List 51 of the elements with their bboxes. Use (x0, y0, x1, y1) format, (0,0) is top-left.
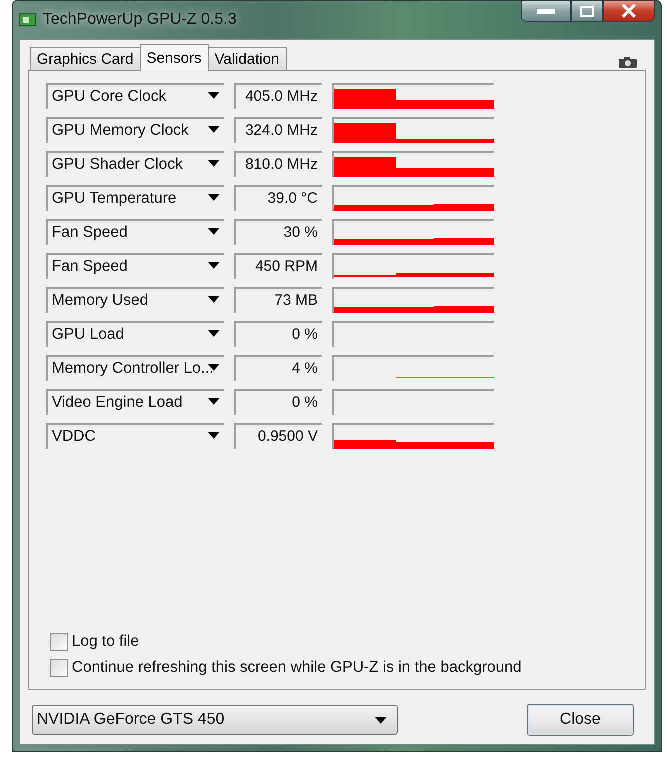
caret-icon (208, 160, 220, 167)
sensor-reading: 0 % (234, 389, 322, 415)
minimize-button[interactable] (521, 1, 571, 22)
sensor-reading: 4 % (234, 355, 322, 381)
close-window-button[interactable] (603, 1, 655, 22)
checkbox-label: Continue refreshing this screen while GPU-Z is in the background (72, 659, 522, 677)
sensor-dropdown[interactable]: Memory Controller Lo... (46, 355, 224, 381)
tab[interactable]: Validation (208, 47, 287, 71)
sensor-dropdown[interactable]: Video Engine Load (46, 389, 224, 415)
sensor-dropdown[interactable]: GPU Memory Clock (46, 117, 224, 143)
caret-icon (375, 716, 387, 724)
caret-icon (208, 262, 220, 269)
sensor-dropdown[interactable]: GPU Shader Clock (46, 151, 224, 177)
checkbox-label: Log to file (72, 633, 140, 651)
caret-icon (208, 126, 220, 133)
checkbox[interactable] (50, 659, 68, 677)
sensor-dropdown[interactable]: Fan Speed (46, 253, 224, 279)
sensor-dropdown[interactable]: GPU Load (46, 321, 224, 347)
caret-icon (208, 398, 220, 405)
minimize-icon (537, 8, 555, 14)
sensor-dropdown[interactable]: GPU Temperature (46, 185, 224, 211)
close-button[interactable]: Close (527, 704, 634, 736)
sensor-reading: 450 RPM (234, 253, 322, 279)
checkbox[interactable] (50, 633, 68, 651)
graphics-card-select[interactable]: NVIDIA GeForce GTS 450 (32, 705, 398, 735)
sensor-dropdown[interactable]: Fan Speed (46, 219, 224, 245)
sensor-reading: 0 % (234, 321, 322, 347)
sensor-reading: 39.0 °C (234, 185, 322, 211)
graphics-card-icon (19, 12, 37, 28)
caret-icon (208, 194, 220, 201)
window-title: TechPowerUp GPU-Z 0.5.3 (43, 11, 237, 29)
sensor-reading: 30 % (234, 219, 322, 245)
sensor-reading: 324.0 MHz (234, 117, 322, 143)
tab[interactable]: Graphics Card (30, 47, 141, 71)
sensor-dropdown[interactable]: Memory Used (46, 287, 224, 313)
sensor-reading: 405.0 MHz (234, 83, 322, 109)
maximize-button[interactable] (571, 1, 603, 22)
close-icon (621, 4, 637, 18)
caret-icon (208, 296, 220, 303)
sensor-reading: 0.9500 V (234, 423, 322, 449)
caret-icon (208, 228, 220, 235)
camera-icon[interactable] (618, 56, 638, 69)
sensor-dropdown[interactable]: VDDC (46, 423, 224, 449)
maximize-icon (580, 6, 594, 16)
sensor-dropdown[interactable]: GPU Core Clock (46, 83, 224, 109)
sensor-reading: 73 MB (234, 287, 322, 313)
tab[interactable]: Sensors (140, 44, 209, 71)
caret-icon (208, 432, 220, 439)
caret-icon (208, 92, 220, 99)
sensor-reading: 810.0 MHz (234, 151, 322, 177)
caret-icon (208, 330, 220, 337)
